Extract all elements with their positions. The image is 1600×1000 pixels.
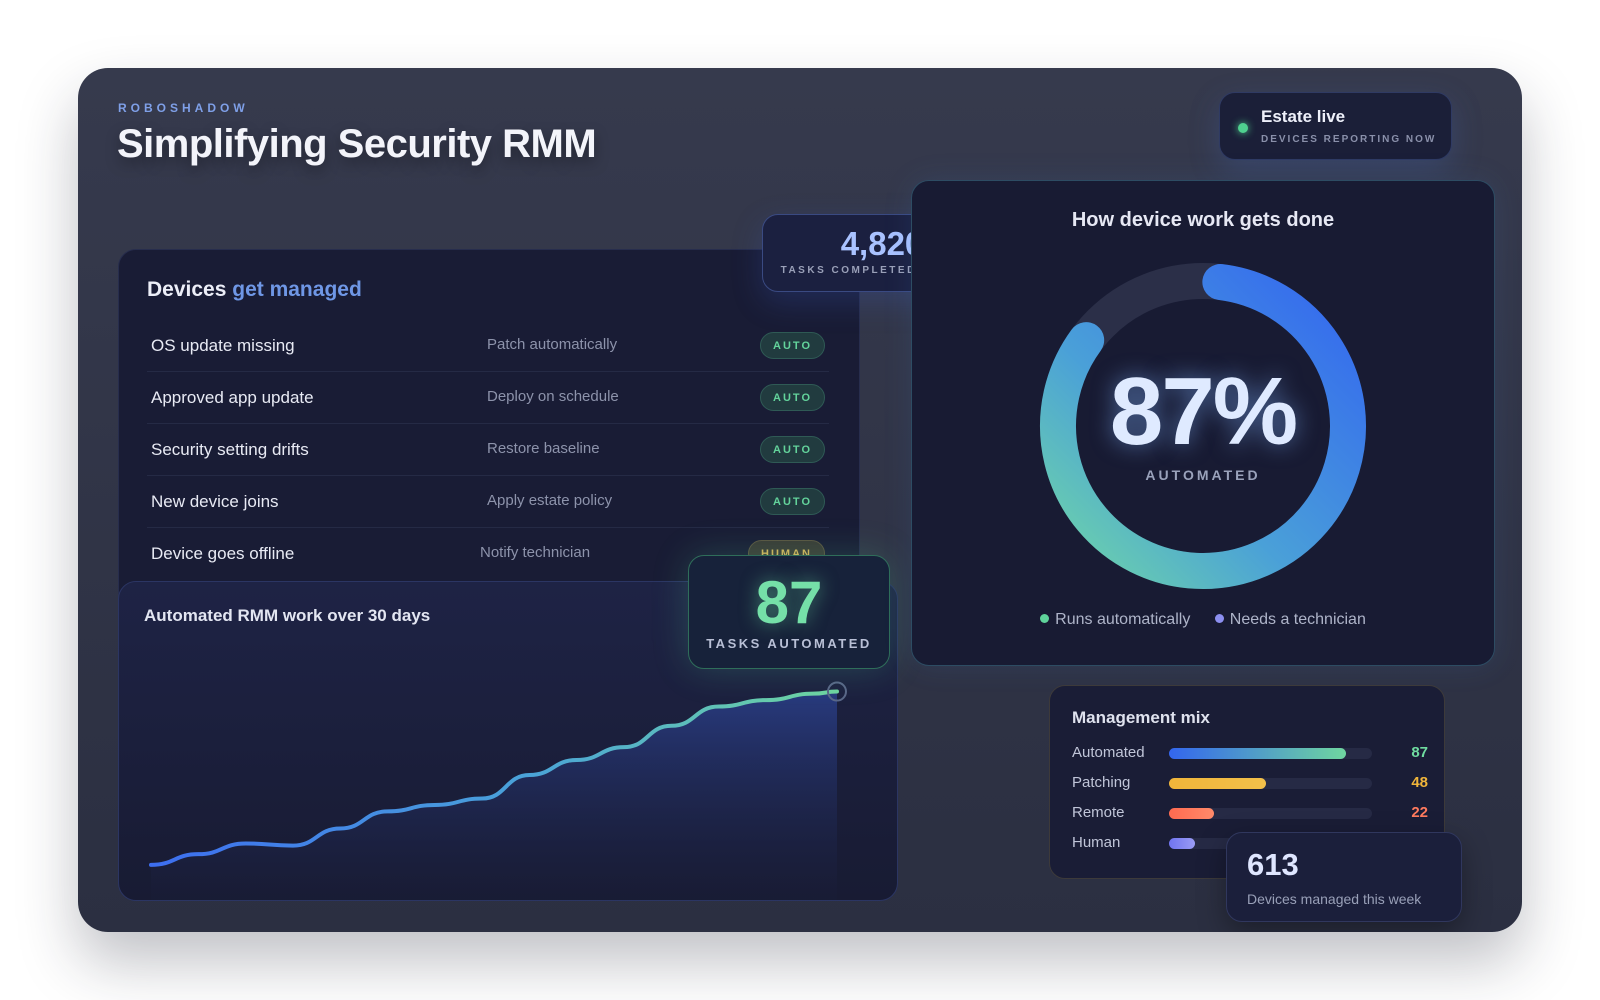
mix-row-patching: Patching 48 bbox=[1072, 773, 1428, 793]
rule-trigger: New device joins bbox=[151, 492, 279, 511]
rule-action: Deploy on schedule bbox=[487, 388, 619, 405]
mix-value: 48 bbox=[1411, 774, 1428, 791]
mode-badge: AUTO bbox=[760, 488, 825, 515]
devices-managed-label: Devices managed this week bbox=[1247, 891, 1422, 907]
donut-title: How device work gets done bbox=[1071, 209, 1335, 231]
estate-status-card[interactable]: Estate live DEVICES REPORTING NOW bbox=[1219, 92, 1452, 160]
legend-item-automatic: Runs automatically bbox=[1040, 611, 1190, 629]
page-title: Simplifying Security RMM bbox=[117, 122, 597, 166]
legend-swatch bbox=[1040, 614, 1050, 623]
mix-bar bbox=[1169, 808, 1214, 819]
mix-row-remote: Remote 22 bbox=[1072, 803, 1428, 823]
list-item[interactable]: New device joins Apply estate policy AUT… bbox=[147, 476, 829, 528]
donut-center-label: AUTOMATED bbox=[1145, 467, 1261, 483]
devices-managed-value: 613 bbox=[1247, 847, 1299, 882]
rule-action: Patch automatically bbox=[487, 336, 618, 353]
mix-label: Human bbox=[1072, 834, 1121, 851]
rule-trigger: Security setting drifts bbox=[151, 440, 309, 459]
mix-bar bbox=[1169, 748, 1346, 759]
brand-label: ROBOSHADOW bbox=[118, 101, 249, 115]
rule-action: Notify technician bbox=[480, 544, 591, 561]
mix-title: Management mix bbox=[1072, 708, 1210, 727]
list-item[interactable]: Security setting drifts Restore baseline… bbox=[147, 424, 829, 476]
mode-badge: AUTO bbox=[760, 332, 825, 359]
mix-value: 87 bbox=[1411, 744, 1428, 761]
legend-item-technician: Needs a technician bbox=[1214, 611, 1366, 629]
tasks-automated-value: 87 bbox=[755, 569, 823, 636]
mix-bar bbox=[1169, 778, 1267, 789]
tasks-automated-card: 87 TASKS AUTOMATED bbox=[688, 555, 890, 669]
rule-trigger: Device goes offline bbox=[151, 544, 295, 563]
rule-trigger: OS update missing bbox=[151, 336, 295, 355]
mode-badge: AUTO bbox=[760, 384, 825, 411]
mode-badge: AUTO bbox=[760, 436, 825, 463]
estate-status-title: Estate live bbox=[1261, 107, 1346, 126]
rule-action: Apply estate policy bbox=[487, 492, 613, 509]
devices-managed-card: 613 Devices managed this week bbox=[1226, 832, 1462, 922]
mix-track bbox=[1169, 748, 1372, 759]
legend-label: Needs a technician bbox=[1229, 611, 1366, 628]
donut-center-value: 87% bbox=[1109, 358, 1298, 465]
legend-label: Runs automatically bbox=[1055, 611, 1191, 628]
mix-track bbox=[1169, 778, 1372, 789]
device-rules-list: OS update missing Patch automatically AU… bbox=[147, 320, 829, 580]
live-status-dot-icon bbox=[1238, 123, 1248, 133]
mix-track bbox=[1169, 808, 1372, 819]
mix-label: Automated bbox=[1072, 744, 1145, 761]
mix-value: 22 bbox=[1411, 804, 1428, 821]
donut-legend: Runs automatically Needs a technician bbox=[912, 611, 1494, 629]
list-item[interactable]: Approved app update Deploy on schedule A… bbox=[147, 372, 829, 424]
devices-title-main: Devices bbox=[147, 278, 227, 301]
tasks-automated-label: TASKS AUTOMATED bbox=[706, 636, 872, 651]
estate-status-subtitle: DEVICES REPORTING NOW bbox=[1261, 134, 1437, 145]
mix-label: Patching bbox=[1072, 774, 1131, 791]
rule-action: Restore baseline bbox=[487, 440, 600, 457]
work-split-panel: How device work gets done 87% AUTOMATED … bbox=[911, 180, 1495, 666]
list-item[interactable]: OS update missing Patch automatically AU… bbox=[147, 320, 829, 372]
dashboard-frame: ROBOSHADOW Simplifying Security RMM Esta… bbox=[78, 68, 1522, 932]
devices-title-accent: get managed bbox=[232, 278, 362, 301]
mix-bar bbox=[1169, 838, 1196, 849]
rule-trigger: Approved app update bbox=[151, 388, 314, 407]
legend-swatch bbox=[1214, 614, 1224, 623]
mix-row-automated: Automated 87 bbox=[1072, 743, 1428, 763]
devices-panel-title: Devices get managed bbox=[147, 278, 362, 302]
mix-label: Remote bbox=[1072, 804, 1125, 821]
